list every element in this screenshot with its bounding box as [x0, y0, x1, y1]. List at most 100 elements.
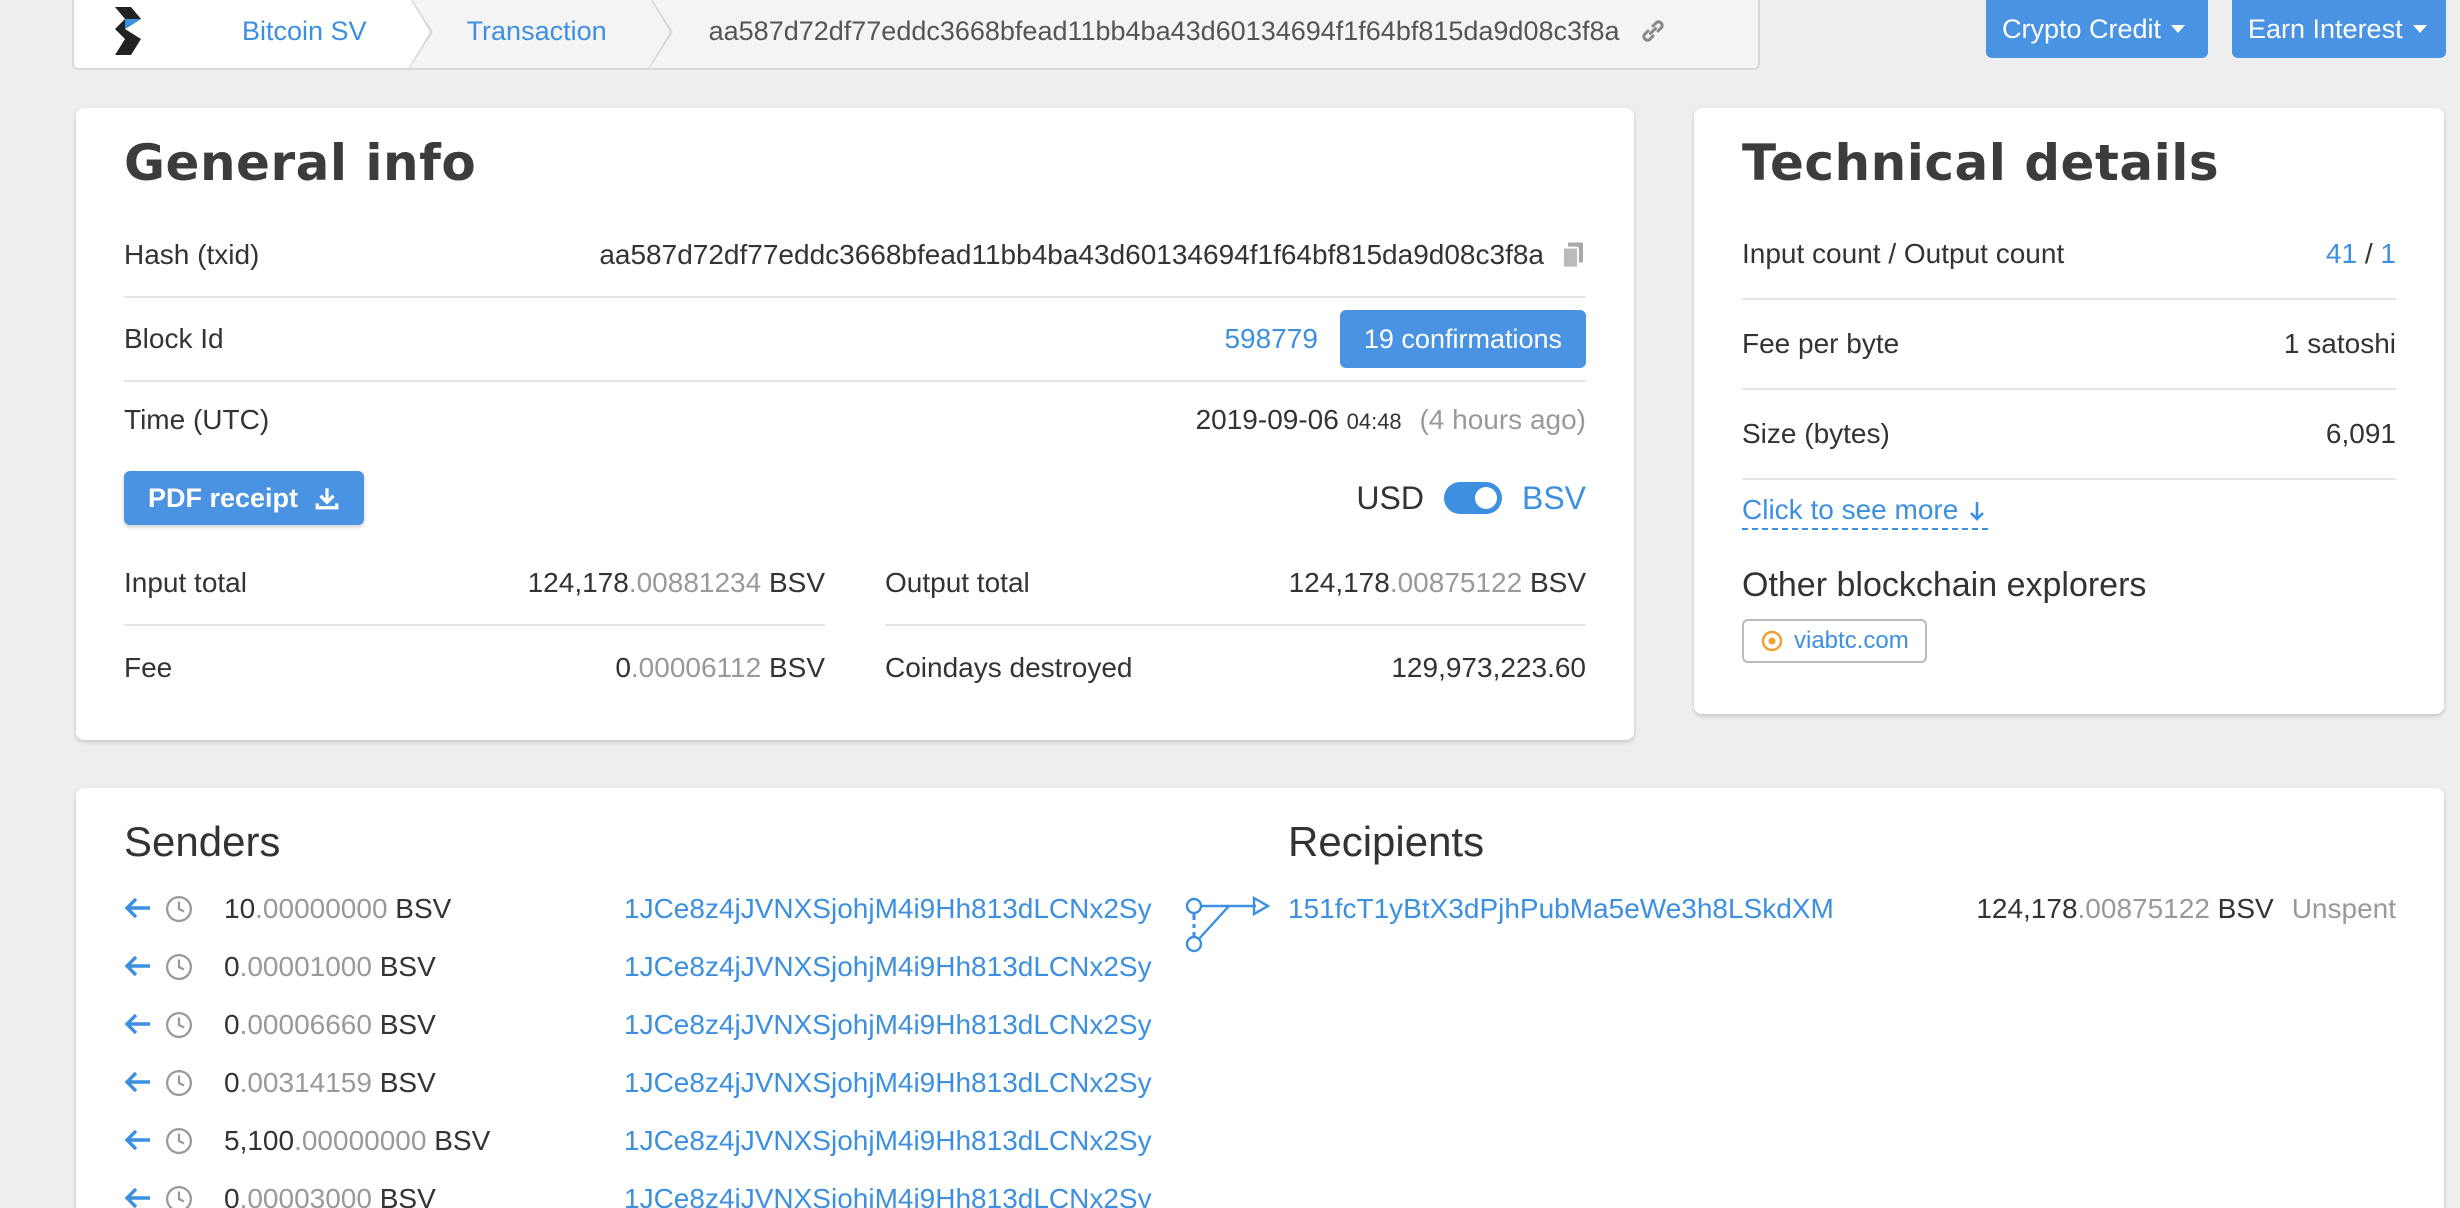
senders-section: Senders 10.00000000 BSV 1JCe8z4jJVNXSjoh… — [124, 818, 1264, 1208]
currency-usd-label[interactable]: USD — [1356, 480, 1424, 517]
clock-icon — [164, 1184, 224, 1208]
unit: BSV — [379, 951, 436, 982]
time-clock: 04:48 — [1346, 409, 1402, 434]
block-label: Block Id — [124, 323, 224, 354]
block-id-link[interactable]: 598779 — [1224, 323, 1317, 355]
hash-row: Hash (txid) aa587d72df77eddc3668bfead11b… — [124, 214, 1586, 298]
fee-value: 0.00006112 BSV — [615, 652, 825, 684]
sender-amount-int: 0 — [224, 951, 240, 982]
chevron-down-icon — [2412, 25, 2427, 33]
input-total-row: Input total 124,178.00881234 BSV — [124, 542, 825, 626]
breadcrumb-label[interactable]: Bitcoin SV — [242, 16, 367, 47]
clock-icon — [164, 1126, 224, 1156]
coindays-row: Coindays destroyed 129,973,223.60 — [885, 626, 1586, 710]
time-date: 2019-09-06 — [1195, 404, 1339, 435]
output-total-row: Output total 124,178.00875122 BSV — [885, 542, 1586, 626]
block-value-wrap: 598779 19 confirmations — [1224, 310, 1586, 368]
arrow-left-icon[interactable] — [124, 1007, 164, 1044]
recipient-amount-int: 124,178 — [1976, 893, 2078, 924]
other-explorers-title: Other blockchain explorers — [1742, 566, 2147, 604]
link-icon[interactable] — [1638, 16, 1668, 46]
sender-amount: 5,100.00000000 BSV — [224, 1125, 624, 1157]
arrow-left-icon[interactable] — [124, 1123, 164, 1160]
confirmations-badge: 19 confirmations — [1339, 310, 1586, 368]
see-more-link[interactable]: Click to see more — [1742, 494, 1989, 530]
sender-amount: 0.00001000 BSV — [224, 951, 624, 983]
sender-amount-int: 0 — [224, 1067, 240, 1098]
hash-value[interactable]: aa587d72df77eddc3668bfead11bb4ba43d60134… — [599, 239, 1544, 271]
unit: BSV — [395, 893, 452, 924]
time-value: 2019-09-06 04:48 (4 hours ago) — [1196, 404, 1586, 436]
sender-address-link[interactable]: 1JCe8z4jJVNXSjohjM4i9Hh813dLCNx2Sy — [624, 1125, 1152, 1157]
viabtc-icon — [1761, 630, 1783, 652]
recipient-address-link[interactable]: 151fcT1yBtX3dPjhPubMa5eWe3h8LSkdXM — [1288, 893, 1976, 925]
output-total-label: Output total — [885, 567, 1030, 598]
sender-amount-int: 10 — [224, 893, 256, 924]
crypto-credit-button[interactable]: Crypto Credit — [1986, 0, 2208, 58]
blockchair-logo-icon — [115, 7, 141, 55]
breadcrumb-item-bitcoin-sv[interactable]: Bitcoin SV — [182, 0, 433, 68]
viabtc-label: viabtc.com — [1794, 627, 1909, 654]
breadcrumb-item-transaction[interactable]: Transaction — [406, 0, 673, 68]
recipient-amount-dec: .00875122 — [2077, 893, 2210, 924]
hash-value-wrap: aa587d72df77eddc3668bfead11bb4ba43d60134… — [599, 239, 1586, 271]
output-total-int: 124,178 — [1288, 567, 1390, 598]
fee-per-byte-value: 1 satoshi — [2283, 328, 2396, 359]
time-ago: (4 hours ago) — [1419, 404, 1586, 435]
sender-amount: 0.00314159 BSV — [224, 1067, 624, 1099]
fee-per-byte-label: Fee per byte — [1742, 328, 1900, 359]
breadcrumb-label[interactable]: Transaction — [467, 16, 607, 47]
sender-amount: 10.00000000 BSV — [224, 893, 624, 925]
clock-icon — [164, 1068, 224, 1098]
sender-address-link[interactable]: 1JCe8z4jJVNXSjohjM4i9Hh813dLCNx2Sy — [624, 1183, 1152, 1208]
pdf-receipt-button[interactable]: PDF receipt — [124, 471, 365, 525]
output-total-dec: .00875122 — [1389, 567, 1523, 598]
arrow-left-icon[interactable] — [124, 949, 164, 986]
breadcrumb-hash: aa587d72df77eddc3668bfead11bb4ba43d60134… — [647, 16, 1668, 47]
senders-list: 10.00000000 BSV 1JCe8z4jJVNXSjohjM4i9Hh8… — [124, 880, 1264, 1208]
clock-icon — [164, 894, 224, 924]
viabtc-explorer-link[interactable]: viabtc.com — [1742, 619, 1927, 663]
copy-icon[interactable] — [1560, 240, 1586, 270]
breadcrumb-hash-text: aa587d72df77eddc3668bfead11bb4ba43d60134… — [708, 15, 1620, 46]
crypto-credit-label: Crypto Credit — [2002, 13, 2162, 44]
fee-int: 0 — [615, 652, 631, 683]
unit: BSV — [434, 1125, 491, 1156]
clock-icon — [164, 1010, 224, 1040]
sender-amount: 0.00006660 BSV — [224, 1009, 624, 1041]
time-label: Time (UTC) — [124, 404, 270, 435]
arrow-left-icon[interactable] — [124, 1181, 164, 1208]
recipients-list: 151fcT1yBtX3dPjhPubMa5eWe3h8LSkdXM 124,1… — [1288, 880, 2396, 938]
recipient-row: 151fcT1yBtX3dPjhPubMa5eWe3h8LSkdXM 124,1… — [1288, 880, 2396, 938]
sender-amount-int: 0 — [224, 1009, 240, 1040]
unit: BSV — [379, 1067, 436, 1098]
sender-address-link[interactable]: 1JCe8z4jJVNXSjohjM4i9Hh813dLCNx2Sy — [624, 1067, 1152, 1099]
input-total-value: 124,178.00881234 BSV — [528, 567, 825, 599]
arrow-left-icon[interactable] — [124, 891, 164, 928]
currency-bsv-label[interactable]: BSV — [1522, 480, 1586, 517]
sender-row: 0.00314159 BSV 1JCe8z4jJVNXSjohjM4i9Hh81… — [124, 1054, 1264, 1112]
coindays-value: 129,973,223.60 — [1391, 652, 1586, 683]
sender-address-link[interactable]: 1JCe8z4jJVNXSjohjM4i9Hh813dLCNx2Sy — [624, 1009, 1152, 1041]
currency-toggle[interactable] — [1443, 482, 1502, 514]
sender-row: 10.00000000 BSV 1JCe8z4jJVNXSjohjM4i9Hh8… — [124, 880, 1264, 938]
unit: BSV — [2217, 893, 2274, 924]
unit: BSV — [768, 652, 825, 683]
earn-interest-button[interactable]: Earn Interest — [2232, 0, 2446, 58]
sender-row: 0.00001000 BSV 1JCe8z4jJVNXSjohjM4i9Hh81… — [124, 938, 1264, 996]
sender-address-link[interactable]: 1JCe8z4jJVNXSjohjM4i9Hh813dLCNx2Sy — [624, 893, 1152, 925]
sender-address-link[interactable]: 1JCe8z4jJVNXSjohjM4i9Hh813dLCNx2Sy — [624, 951, 1152, 983]
arrow-left-icon[interactable] — [124, 1065, 164, 1102]
fee-row: Fee 0.00006112 BSV — [124, 626, 825, 710]
output-total-value: 124,178.00875122 BSV — [1289, 567, 1586, 599]
fee-per-byte-row: Fee per byte 1 satoshi — [1742, 300, 2396, 390]
input-count-link[interactable]: 41 — [2326, 238, 2357, 269]
sender-amount-dec: .00000000 — [255, 893, 388, 924]
output-count-link[interactable]: 1 — [2380, 238, 2396, 269]
recipient-amount: 124,178.00875122 BSV — [1976, 893, 2273, 925]
pdf-receipt-label: PDF receipt — [148, 482, 299, 513]
general-info-card: General info Hash (txid) aa587d72df77edd… — [76, 108, 1634, 740]
clock-icon — [164, 952, 224, 982]
site-logo[interactable] — [74, 0, 182, 68]
sender-amount-int: 5,100 — [224, 1125, 295, 1156]
